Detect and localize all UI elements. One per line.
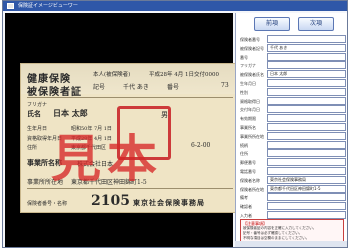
form-field-row: 住所 [240, 149, 346, 158]
prev-button[interactable]: 前項 [254, 17, 290, 31]
form-field-row: フリガナ [240, 61, 346, 70]
card-image-viewer[interactable]: 健康保険 被保険者証 本人(被保険者) 平成28年 4月 1日交付0000 記号… [5, 13, 238, 247]
window-title: 保険証イメージビューワー [18, 3, 78, 9]
app-icon [7, 3, 14, 9]
form-field-row: 生年月日 [240, 79, 346, 88]
form-field-label: 備考 [240, 195, 248, 201]
insurance-card-image: 健康保険 被保険者証 本人(被保険者) 平成28年 4月 1日交付0000 記号… [20, 63, 238, 213]
form-field-input[interactable] [267, 35, 346, 43]
form-field-input[interactable] [267, 114, 346, 123]
form-field-row: 続柄 [240, 140, 346, 150]
form-field-label: 被保険者氏名 [240, 72, 264, 78]
form-field-row: 被保険者氏名 日本 太郎 [240, 70, 346, 79]
form-field-input[interactable] [267, 105, 346, 114]
form-field-input[interactable] [267, 167, 346, 175]
form-field-label: 生年月日 [240, 81, 256, 86]
form-field-label: 番号 [240, 54, 248, 60]
status-bar [235, 241, 347, 247]
form-field-row: 保険者名称 東京社会保険事務局 [240, 175, 346, 185]
form-field-input[interactable] [267, 87, 346, 96]
form-field-input[interactable] [267, 79, 346, 87]
form-field-input[interactable]: 日本 太郎 [267, 70, 346, 79]
form-field-label: 有効期限 [240, 116, 256, 122]
app-window: 保険証イメージビューワー 健康保険 被保険者証 本人(被保険者) 平成28年 4… [2, 0, 348, 248]
symbol-label: 記号 [93, 84, 106, 91]
form-field-input[interactable]: 東京都千代田区神田錦町1-5 [267, 184, 346, 193]
form-field-row: 性別 [240, 87, 346, 97]
form-field-input[interactable] [267, 52, 346, 61]
name-label: 氏名 [27, 109, 41, 118]
form-field-label: 事業所名 [240, 125, 256, 130]
form-field-label: 資格取得日 [240, 98, 260, 104]
symbol-value: 千代 あき [123, 84, 149, 91]
form-field-label: 性別 [240, 89, 248, 95]
card-divider [27, 97, 233, 98]
form-field-label: 住所 [240, 151, 248, 157]
form-field-row: 番号 [240, 52, 346, 62]
form-field-input[interactable] [267, 211, 346, 219]
form-field-input[interactable]: 東京社会保険事務局 [267, 175, 346, 184]
form-field-row: 交付年月日 [240, 105, 346, 114]
form-field-row: 保険者番号 [240, 35, 346, 44]
kana-label: フリガナ [27, 102, 48, 108]
title-bar: 保険証イメージビューワー [3, 1, 347, 11]
form-field-label: フリガナ [240, 63, 256, 69]
number-label: 番号 [167, 84, 180, 91]
form-field-label: 続柄 [240, 142, 248, 148]
address-label: 住所 [27, 145, 38, 151]
insurer-label: 保険者番号・名称 [27, 201, 68, 207]
form-field-row: 有効期限 [240, 114, 346, 123]
form-field-label: 郵便番号 [240, 160, 256, 166]
form-field-row: 確認者 [240, 202, 346, 211]
form-field-input[interactable] [267, 202, 346, 211]
form-field-label: 交付年月日 [240, 107, 260, 113]
form-field-label: 保険者所在地 [240, 186, 264, 192]
form-field-row: 備考 [240, 193, 346, 202]
form-field-label: 確認者 [240, 204, 252, 210]
name-value: 日本 太郎 [53, 108, 88, 118]
form-field-input[interactable] [267, 61, 346, 70]
insurer-name: 東京社会保険事務局 [133, 198, 205, 207]
form-field-input[interactable] [267, 140, 346, 149]
form-field-input[interactable]: 千代 あき [267, 43, 346, 52]
form-field-label: 電話番号 [240, 169, 256, 174]
form-field-input[interactable] [267, 149, 346, 158]
form-field-input[interactable] [267, 131, 346, 140]
form-field-row: 被保険者記号 千代 あき [240, 43, 346, 53]
form-field-label: 保険者番号 [240, 37, 260, 42]
sample-watermark: 見本 [51, 129, 163, 188]
form-field-row: 事業所所在地 [240, 131, 346, 141]
issue-date: 平成28年 4月 1日交付0000 [149, 72, 219, 78]
number-value: 73 [221, 82, 229, 89]
input-panel: 前項 次項 保険者番号 被保険者記号 千代 あき 番号 フリガナ 被保険者氏名 日本 太郎生… [235, 13, 347, 247]
form-field-label: 事業所所在地 [240, 133, 264, 139]
form-field-row: 電話番号 [240, 167, 346, 176]
dob-label: 生年月日 [27, 126, 48, 132]
form-field-input[interactable] [267, 158, 346, 167]
insurer-number: 2105 [91, 193, 130, 209]
person-type: 本人(被保険者) [93, 72, 131, 78]
form-field-input[interactable] [267, 193, 346, 202]
form-field-row: 事業所名 [240, 123, 346, 132]
card-code: 6-2-00 [191, 142, 211, 149]
form-field-row: 郵便番号 [240, 158, 346, 167]
next-button[interactable]: 次項 [298, 17, 334, 31]
form-field-input[interactable] [267, 96, 346, 105]
form-field-input[interactable] [267, 123, 346, 131]
form-field-label: 被保険者記号 [240, 45, 264, 51]
form-field-row: 保険者所在地 東京都千代田区神田錦町1-5 [240, 184, 346, 194]
form-field-row: 資格取得日 [240, 96, 346, 106]
certificate-type: 被保険者証 [27, 87, 82, 98]
form-field-label: 保険者名称 [240, 177, 260, 183]
